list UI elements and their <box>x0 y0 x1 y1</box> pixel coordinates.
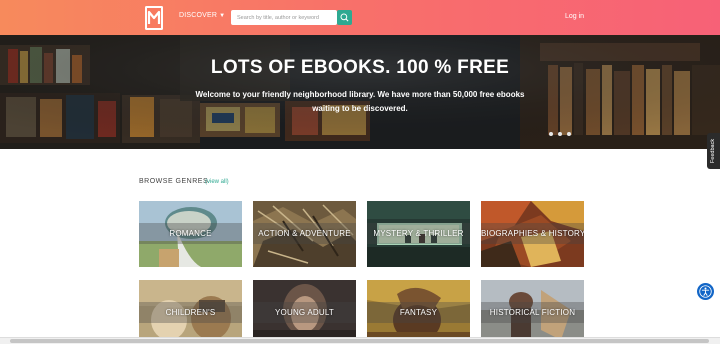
genre-card-mystery-thriller[interactable]: MYSTERY & THRILLER <box>367 201 470 267</box>
login-link[interactable]: Log in <box>565 13 584 20</box>
discover-label: DISCOVER <box>179 12 218 19</box>
carousel-dot[interactable] <box>558 132 562 136</box>
carousel-dots <box>549 132 571 136</box>
genre-label: ACTION & ADVENTURE <box>258 229 351 238</box>
genre-label: HISTORICAL FICTION <box>489 308 576 317</box>
view-all-link[interactable]: (view all) <box>205 179 229 185</box>
accessibility-icon <box>699 285 712 298</box>
scrollbar-thumb[interactable] <box>10 339 709 343</box>
hero-banner: LOTS OF EBOOKS. 100 % FREE Welcome to yo… <box>0 35 720 149</box>
feedback-label: Feedback <box>710 138 717 164</box>
carousel-dot[interactable] <box>549 132 553 136</box>
discover-menu[interactable]: DISCOVER ▼ <box>179 12 225 19</box>
site-header: DISCOVER▼ Log in <box>0 0 720 35</box>
hero-title: LOTS OF EBOOKS. 100 % FREE <box>210 57 510 78</box>
genre-label: ROMANCE <box>169 229 212 238</box>
genre-card-action-adventure[interactable]: ACTION & ADVENTURE <box>253 201 356 267</box>
genre-card-historical-fiction[interactable]: HISTORICAL FICTION <box>481 280 584 344</box>
genre-label: CHILDREN'S <box>165 308 216 317</box>
genre-label: MYSTERY & THRILLER <box>373 229 464 238</box>
carousel-dot[interactable] <box>567 132 571 136</box>
caret-down-icon: ▼ <box>219 13 226 19</box>
genre-card-fantasy[interactable]: FANTASY <box>367 280 470 344</box>
search-icon <box>340 13 349 22</box>
genre-card-romance[interactable]: ROMANCE <box>139 201 242 267</box>
horizontal-scrollbar[interactable] <box>0 337 720 344</box>
genre-card-childrens[interactable]: CHILDREN'S <box>139 280 242 344</box>
browse-genres-heading: BROWSE GENRES <box>139 178 209 185</box>
accessibility-button[interactable] <box>697 283 714 300</box>
hero-subtitle: Welcome to your friendly neighborhood li… <box>195 90 525 113</box>
book-logo-icon[interactable] <box>144 4 164 32</box>
feedback-tab[interactable]: Feedback <box>707 133 720 169</box>
genre-card-young-adult[interactable]: YOUNG ADULT <box>253 280 356 344</box>
genre-label: BIOGRAPHIES & HISTORY <box>481 229 584 238</box>
genre-card-biographies-history[interactable]: BIOGRAPHIES & HISTORY <box>481 201 584 267</box>
genre-label: YOUNG ADULT <box>275 308 334 317</box>
genre-label: FANTASY <box>399 308 438 317</box>
search-input[interactable] <box>231 10 337 25</box>
search-button[interactable] <box>337 10 352 25</box>
